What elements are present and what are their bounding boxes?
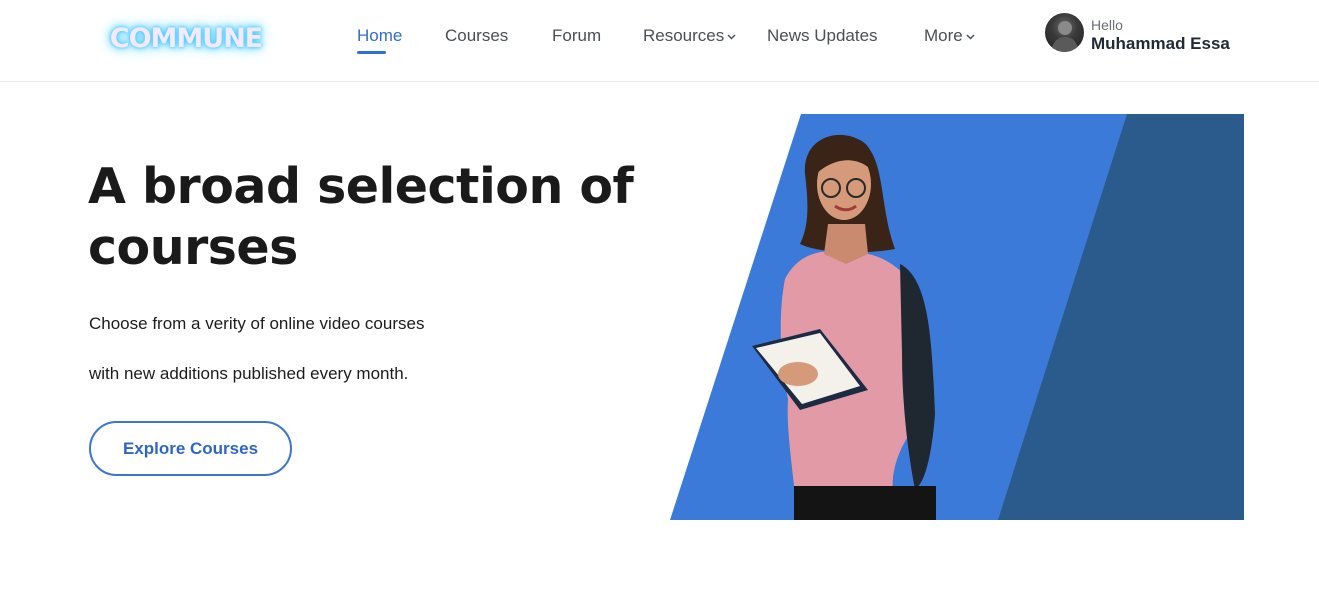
nav-item-forum[interactable]: Forum — [552, 25, 601, 49]
hero-description-line-2: with new additions published every month… — [89, 364, 409, 383]
avatar[interactable] — [1045, 13, 1084, 52]
nav-item-news-updates[interactable]: News Updates — [767, 25, 878, 49]
nav-active-indicator — [357, 51, 386, 54]
site-header: COMMUNE Home Courses Forum Resources New… — [0, 0, 1319, 82]
explore-courses-button[interactable]: Explore Courses — [89, 421, 292, 476]
nav-item-more-label: More — [924, 26, 963, 45]
hero-description-line-1: Choose from a verity of online video cou… — [89, 314, 425, 333]
nav-item-resources[interactable]: Resources — [643, 25, 736, 49]
user-greeting: Hello — [1091, 17, 1123, 33]
hero-title: A broad selection of courses — [88, 158, 634, 276]
nav-item-home[interactable]: Home — [357, 25, 402, 49]
nav-item-resources-label: Resources — [643, 26, 725, 45]
site-logo[interactable]: COMMUNE — [108, 20, 264, 56]
nav-item-more[interactable]: More — [924, 25, 975, 49]
chevron-down-icon — [966, 34, 975, 40]
user-name: Muhammad Essa — [1091, 34, 1230, 53]
hero-illustration — [670, 114, 1244, 520]
chevron-down-icon — [727, 34, 736, 40]
nav-item-courses[interactable]: Courses — [445, 25, 508, 49]
